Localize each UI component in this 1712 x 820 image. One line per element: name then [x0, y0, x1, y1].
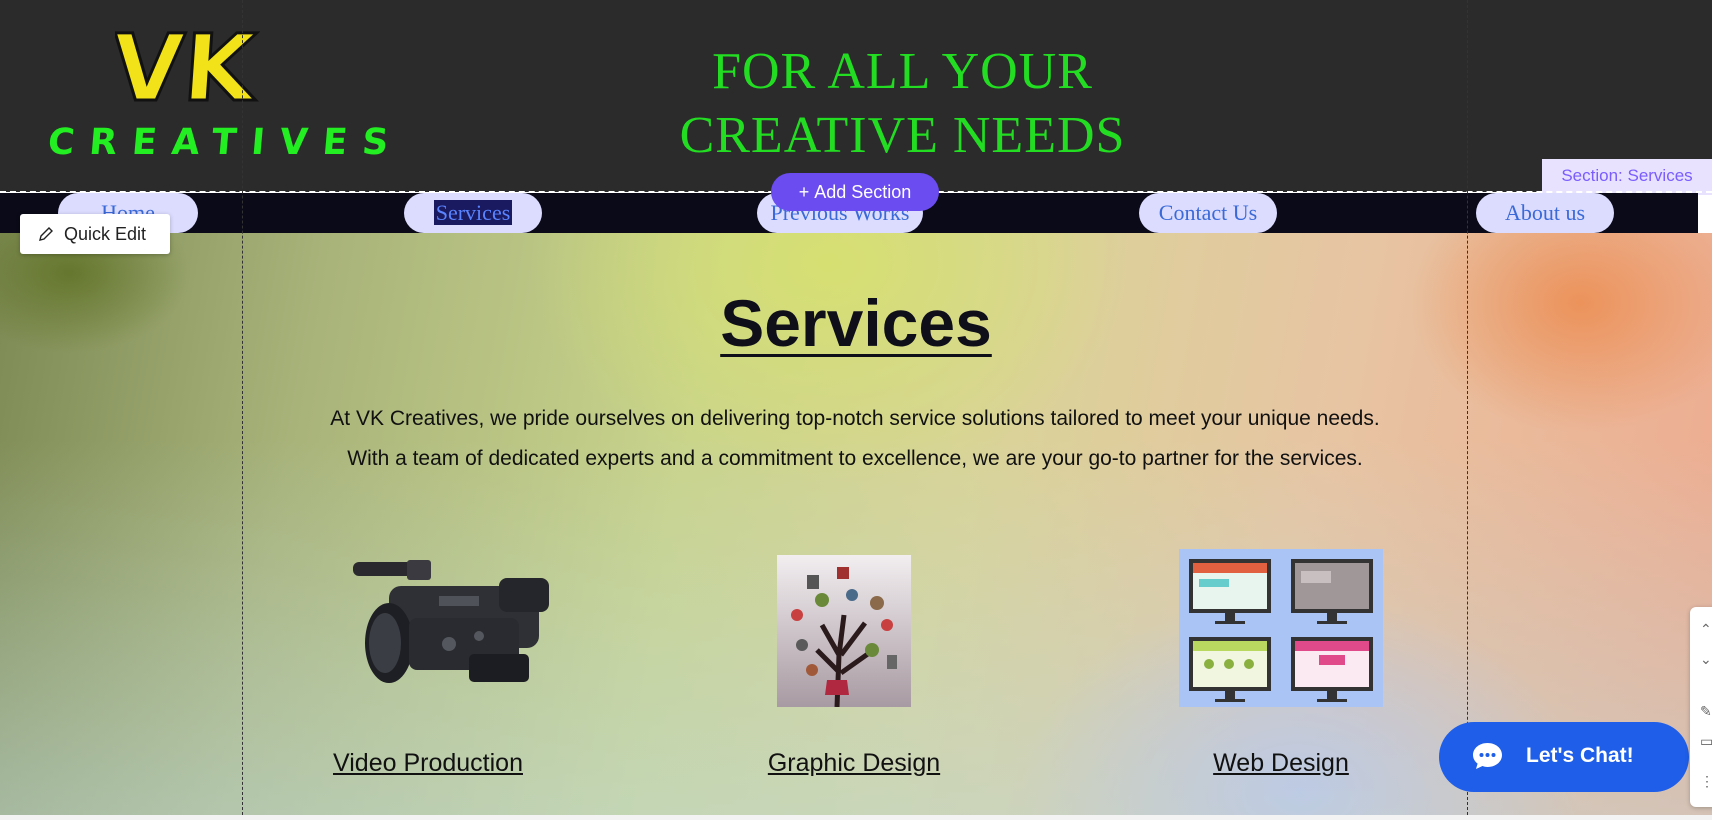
chevron-down-icon[interactable]: ⌄ [1700, 651, 1712, 668]
add-section-label: Add Section [814, 182, 912, 202]
chat-label: Let's Chat! [1526, 744, 1634, 767]
floating-tools-panel[interactable]: ⌃ ⌄ ✎ ▭ ⋮ [1690, 607, 1712, 807]
header-tagline: FOR ALL YOUR CREATIVE NEEDS [600, 40, 1205, 168]
svg-text:VK: VK [115, 20, 260, 115]
quick-edit-label: Quick Edit [64, 224, 147, 244]
graphic-design-image[interactable] [777, 555, 911, 707]
pencil-icon [39, 227, 53, 241]
nav-item-about-us[interactable]: About us [1476, 193, 1614, 233]
bottom-strip [0, 815, 1712, 820]
nav-item-services-label: Services [433, 200, 513, 225]
logo-vk: VK [115, 20, 260, 115]
tagline-line-1: FOR ALL YOUR [712, 43, 1093, 100]
pencil-tool-icon[interactable]: ✎ [1700, 703, 1712, 720]
more-icon[interactable]: ⋮ [1700, 773, 1712, 790]
logo-creatives: CREATIVES [46, 122, 405, 163]
page-title-text: Services [720, 286, 992, 360]
tagline-line-2: CREATIVE NEEDS [679, 107, 1126, 164]
video-camera-image[interactable] [349, 556, 556, 691]
nav-item-services[interactable]: Services [404, 193, 542, 233]
services-intro: At VK Creatives, we pride ourselves on d… [330, 407, 1380, 470]
page-title: Services [0, 285, 1712, 361]
service-label-graphic-design[interactable]: Graphic Design [744, 749, 964, 778]
layout-tool-icon[interactable]: ▭ [1700, 733, 1712, 750]
plus-icon: + [798, 182, 815, 202]
grid-guide-left [242, 0, 243, 820]
grid-guide-right [1467, 0, 1468, 820]
nav-item-contact-us[interactable]: Contact Us [1139, 193, 1277, 233]
chat-bubble-icon [1473, 743, 1502, 769]
site-header: VK CREATIVES FOR ALL YOUR CREATIVE NEEDS [0, 0, 1712, 192]
service-label-video-production[interactable]: Video Production [318, 749, 538, 778]
lets-chat-button[interactable]: Let's Chat! [1439, 722, 1689, 792]
web-design-image[interactable] [1179, 549, 1383, 707]
chevron-up-icon[interactable]: ⌃ [1700, 621, 1712, 638]
quick-edit-button[interactable]: Quick Edit [20, 214, 170, 254]
add-section-button[interactable]: + Add Section [771, 173, 939, 211]
section-label[interactable]: Section: Services [1542, 159, 1712, 195]
service-label-web-design[interactable]: Web Design [1171, 749, 1391, 778]
